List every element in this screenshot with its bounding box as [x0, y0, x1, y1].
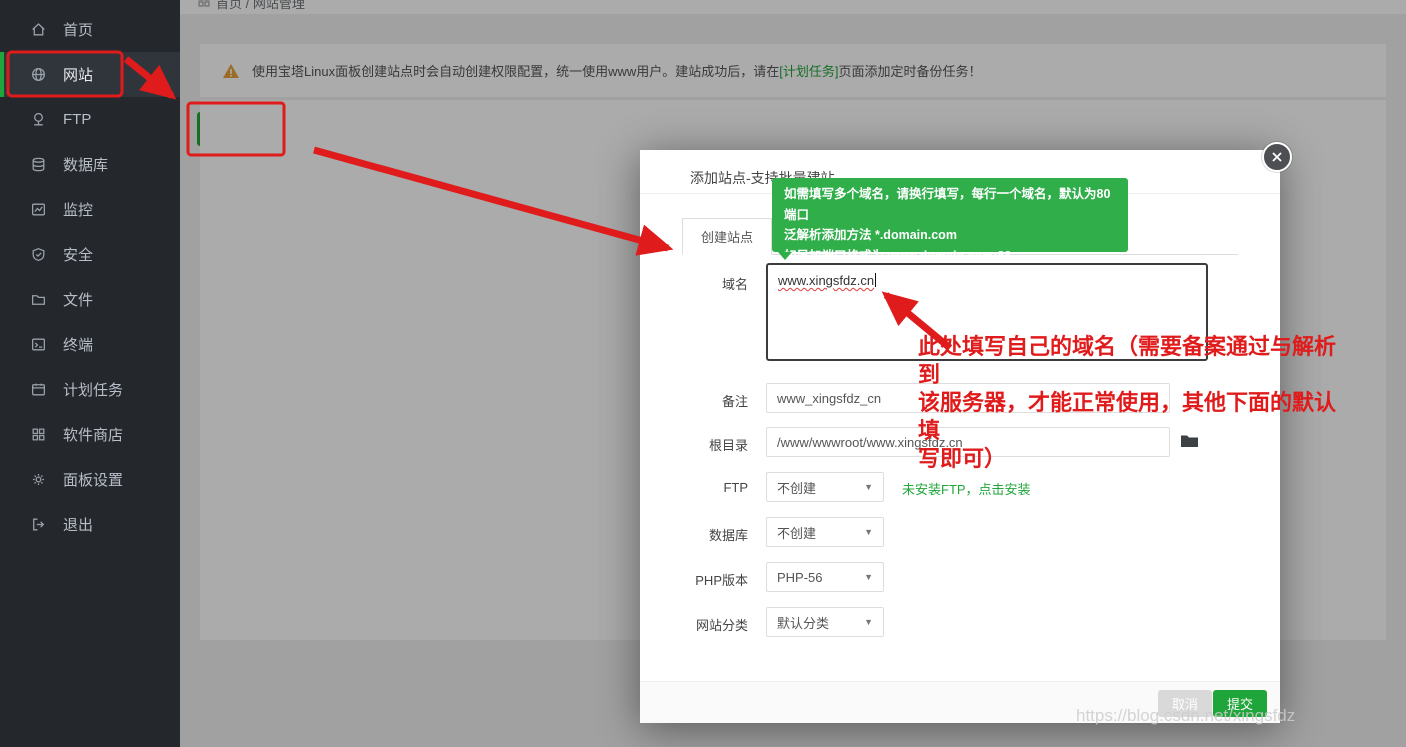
sidebar-item-label: 退出	[63, 514, 93, 535]
cancel-button[interactable]: 取消	[1158, 690, 1212, 717]
active-indicator	[0, 52, 4, 97]
ftp-select[interactable]: 不创建▼	[766, 472, 884, 502]
submit-button[interactable]: 提交	[1213, 690, 1267, 717]
domain-help-tooltip: 如需填写多个域名，请换行填写，每行一个域名，默认为80端口 泛解析添加方法 *.…	[772, 178, 1128, 252]
sidebar-item-website[interactable]: 网站	[0, 52, 180, 97]
page: 首页 网站 FTP 数据库 监控 安全 文件 终端	[0, 0, 1406, 747]
caret-down-icon: ▼	[864, 527, 873, 537]
sidebar-item-security[interactable]: 安全	[0, 232, 180, 277]
grid-icon	[30, 426, 47, 443]
sidebar-item-label: 首页	[63, 19, 93, 40]
ftp-label: FTP	[660, 480, 748, 495]
database-icon	[30, 156, 47, 173]
browse-folder-icon[interactable]	[1180, 433, 1199, 449]
sidebar-item-settings[interactable]: 面板设置	[0, 457, 180, 502]
site-category-label: 网站分类	[660, 615, 748, 634]
sidebar-item-appstore[interactable]: 软件商店	[0, 412, 180, 457]
logout-icon	[30, 516, 47, 533]
sidebar-item-logout[interactable]: 退出	[0, 502, 180, 547]
sidebar-item-ftp[interactable]: FTP	[0, 97, 180, 142]
database-label: 数据库	[660, 525, 748, 544]
caret-down-icon: ▼	[864, 482, 873, 492]
sidebar-item-files[interactable]: 文件	[0, 277, 180, 322]
domain-textarea[interactable]: www.xingsfdz.cn	[766, 263, 1208, 361]
sidebar-item-label: 软件商店	[63, 424, 123, 445]
tab-create-site[interactable]: 创建站点	[682, 218, 772, 255]
sidebar-item-label: 文件	[63, 289, 93, 310]
globe-icon	[30, 66, 47, 83]
database-select[interactable]: 不创建▼	[766, 517, 884, 547]
site-category-select[interactable]: 默认分类▼	[766, 607, 884, 637]
tooltip-pointer	[778, 252, 792, 260]
sidebar-item-label: 数据库	[63, 154, 108, 175]
sidebar-item-label: 计划任务	[63, 379, 123, 400]
root-dir-label: 根目录	[660, 435, 748, 454]
note-label: 备注	[660, 391, 748, 410]
caret-down-icon: ▼	[864, 617, 873, 627]
shield-icon	[30, 246, 47, 263]
gear-icon	[30, 471, 47, 488]
domain-label: 域名	[660, 274, 748, 293]
caret-down-icon: ▼	[864, 572, 873, 582]
modal-close-button[interactable]	[1262, 142, 1292, 172]
sidebar-item-label: 终端	[63, 334, 93, 355]
php-version-label: PHP版本	[660, 570, 748, 589]
php-version-select[interactable]: PHP-56▼	[766, 562, 884, 592]
sidebar-item-label: 网站	[63, 64, 93, 85]
sidebar-item-label: FTP	[63, 111, 91, 128]
install-ftp-link[interactable]: 未安装FTP，点击安装	[902, 479, 1031, 498]
sidebar-item-label: 安全	[63, 244, 93, 265]
folder-icon	[30, 291, 47, 308]
sidebar-item-label: 监控	[63, 199, 93, 220]
text-cursor	[875, 273, 876, 287]
root-dir-input[interactable]: /www/wwwroot/www.xingsfdz.cn	[766, 427, 1170, 457]
sidebar-item-terminal[interactable]: 终端	[0, 322, 180, 367]
sidebar-item-label: 面板设置	[63, 469, 123, 490]
sidebar-item-monitor[interactable]: 监控	[0, 187, 180, 232]
ftp-icon	[30, 111, 47, 128]
close-icon	[1271, 151, 1283, 163]
calendar-icon	[30, 381, 47, 398]
sidebar-item-home[interactable]: 首页	[0, 7, 180, 52]
modal-footer: 取消 提交	[640, 681, 1280, 723]
sidebar-item-cron[interactable]: 计划任务	[0, 367, 180, 412]
monitor-chart-icon	[30, 201, 47, 218]
sidebar-item-database[interactable]: 数据库	[0, 142, 180, 187]
note-input[interactable]: www_xingsfdz_cn	[766, 383, 1170, 413]
terminal-icon	[30, 336, 47, 353]
add-site-modal: 添加站点-支持批量建站 创建站点 如需填写多个域名，请换行填写，每行一个域名，默…	[640, 150, 1280, 723]
sidebar: 首页 网站 FTP 数据库 监控 安全 文件 终端	[0, 0, 180, 747]
home-icon	[30, 21, 47, 38]
